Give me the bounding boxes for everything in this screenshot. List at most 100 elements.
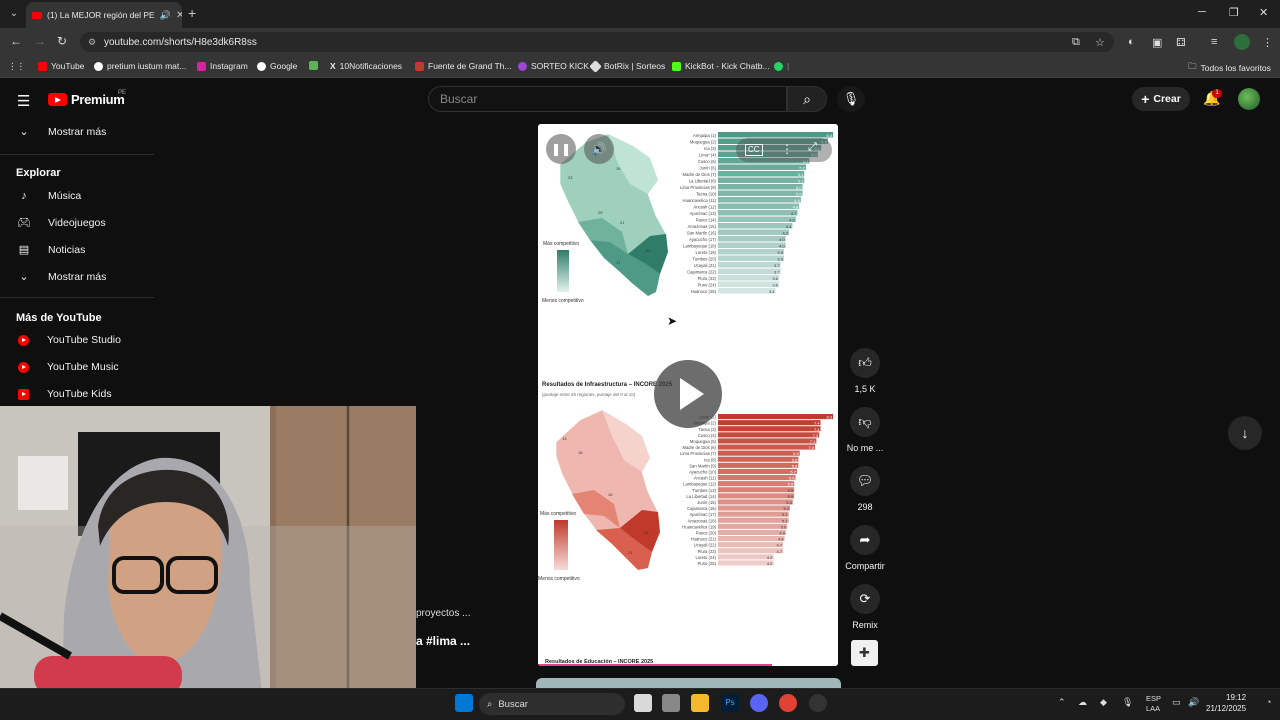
more-options-icon[interactable]: ⋮ bbox=[781, 142, 793, 156]
share-button[interactable]: ➦ Compartir bbox=[844, 525, 886, 571]
extensions-puzzle-icon[interactable]: ⚃ bbox=[1176, 36, 1186, 49]
youtube-premium-logo[interactable]: Premium bbox=[48, 92, 125, 107]
sidebar-show-more-2[interactable]: ⌄ Mostrar más bbox=[0, 270, 106, 284]
all-bookmarks-folder[interactable]: 🗀 Todos los favoritos bbox=[1188, 61, 1271, 75]
shorts-video-player[interactable]: 23 19 25 21 24 17 Más competitivo Menos compe… bbox=[538, 124, 838, 666]
hamburger-menu-icon[interactable]: ☰ bbox=[17, 92, 30, 110]
chart2-legend-top: Más competitivo bbox=[540, 511, 576, 517]
chart-bar-label: Cusco (5) bbox=[698, 159, 717, 164]
video-hashtag-partial[interactable]: a #lima ... bbox=[416, 634, 470, 648]
sidebar-item-youtube-studio[interactable]: YouTube Studio bbox=[0, 334, 121, 346]
chart-bar-value: 4.7 bbox=[777, 543, 783, 548]
notification-center-icon[interactable]: ◔ bbox=[1266, 697, 1271, 707]
apps-grid-icon[interactable]: ⋮⋮ bbox=[8, 61, 25, 72]
captions-icon[interactable]: CC bbox=[745, 144, 763, 156]
window-close-icon[interactable]: ✕ bbox=[1259, 6, 1268, 19]
bookmark-sorteo-kick[interactable]: SORTEO KICK bbox=[518, 61, 589, 71]
restore-icon[interactable]: ❐ bbox=[1229, 6, 1239, 19]
tray-app-icon[interactable]: ◆ bbox=[1100, 697, 1107, 708]
bookmark-youtube[interactable]: YouTube bbox=[38, 61, 84, 71]
pause-button[interactable]: ❚❚ bbox=[546, 134, 576, 164]
like-button[interactable]: 👍︎ 1,5 K bbox=[844, 348, 886, 394]
tab-search-icon[interactable]: ⌄ bbox=[6, 6, 22, 22]
extension-icon[interactable]: ◐ bbox=[1128, 36, 1135, 48]
new-tab-icon[interactable]: + bbox=[188, 6, 196, 20]
site-info-icon[interactable]: ⚙ bbox=[88, 37, 96, 48]
sound-thumbnail[interactable]: ✚ bbox=[851, 640, 878, 666]
bookmark-botrix[interactable]: BotRix | Sorteos bbox=[589, 59, 665, 73]
remix-button[interactable]: ⟳ Remix bbox=[844, 584, 886, 630]
chrome-icon[interactable] bbox=[779, 694, 797, 712]
network-icon[interactable]: ▭ bbox=[1172, 697, 1181, 708]
taskbar-clock[interactable]: 19:12 21/12/2025 bbox=[1206, 692, 1246, 714]
install-app-icon[interactable]: ⧉ bbox=[1072, 36, 1080, 49]
sidebar-item-youtube-music[interactable]: YouTube Music bbox=[0, 361, 119, 373]
sidebar-item-youtube-kids[interactable]: YouTube Kids bbox=[0, 388, 112, 400]
sidebar-item-videogames[interactable]: 🎮︎ Videojuegos bbox=[0, 216, 106, 230]
volume-button[interactable]: 🔊 bbox=[584, 134, 614, 164]
more-youtube-heading: Más de YouTube bbox=[16, 312, 102, 324]
extension-2-icon[interactable]: ▣ bbox=[1152, 36, 1162, 49]
chart-bar bbox=[718, 456, 799, 462]
user-avatar[interactable] bbox=[1238, 88, 1260, 110]
search-icon: ⌕ bbox=[487, 698, 493, 710]
microphone-icon[interactable]: 🎙 bbox=[1122, 697, 1133, 708]
app-2-icon[interactable] bbox=[809, 694, 827, 712]
youtube-music-icon bbox=[18, 361, 29, 373]
bookmark-star-icon[interactable]: ☆ bbox=[1095, 36, 1105, 49]
tab-close-icon[interactable]: ✕ bbox=[176, 10, 182, 21]
chart-bar bbox=[718, 523, 788, 529]
chart-bar-label: Lima* (4) bbox=[699, 153, 717, 158]
dislike-button[interactable]: 👎︎ No me ... bbox=[844, 407, 886, 453]
sidebar-item-music[interactable]: ♪ Música bbox=[0, 190, 81, 202]
create-button[interactable]: + Crear bbox=[1132, 87, 1190, 111]
google-icon bbox=[94, 61, 103, 71]
bookmark-whatsapp[interactable]: | bbox=[774, 61, 789, 71]
next-video-button[interactable]: ↓ bbox=[1228, 416, 1262, 450]
bookmark-kickbot[interactable]: KickBot - Kick Chatb... bbox=[672, 61, 770, 71]
voice-search-button[interactable]: 🎙 bbox=[837, 86, 865, 112]
profile-avatar[interactable] bbox=[1234, 34, 1250, 50]
task-view-icon[interactable] bbox=[634, 694, 652, 712]
tab-audio-icon[interactable]: 🔊 bbox=[160, 10, 171, 21]
bookmark-x-notifications[interactable]: X 10Notificaciones bbox=[330, 61, 402, 71]
comments-button[interactable]: 💬︎ 298 bbox=[844, 466, 886, 512]
media-control-icon[interactable]: ≡ bbox=[1211, 36, 1217, 48]
music-note-icon: ♪ bbox=[21, 190, 27, 202]
onedrive-icon[interactable]: ☁ bbox=[1078, 697, 1087, 708]
input-language[interactable]: ESP LAA bbox=[1146, 694, 1161, 714]
play-overlay-button[interactable] bbox=[654, 360, 722, 428]
file-explorer-icon[interactable] bbox=[691, 694, 709, 712]
taskbar-search[interactable]: ⌕ Buscar bbox=[479, 693, 625, 715]
app-icon[interactable] bbox=[662, 694, 680, 712]
search-input[interactable]: Buscar bbox=[428, 86, 787, 112]
chart-bar bbox=[718, 542, 784, 548]
discord-icon[interactable] bbox=[750, 694, 768, 712]
share-arrow-icon: ➦ bbox=[850, 525, 880, 555]
reload-icon[interactable]: ↻ bbox=[57, 34, 67, 48]
browser-tab[interactable]: (1) La MEJOR región del PE 🔊 ✕ bbox=[26, 2, 182, 28]
search-button[interactable]: ⌕ bbox=[787, 86, 827, 112]
bookmark-grand-theft[interactable]: Fuente de Grand Th... bbox=[415, 61, 511, 71]
photoshop-icon[interactable]: Ps bbox=[721, 694, 739, 712]
bookmark-instagram[interactable]: Instagram bbox=[197, 61, 248, 71]
webcam-overlay bbox=[0, 406, 416, 692]
fullscreen-icon[interactable]: ⤢ bbox=[808, 141, 817, 154]
windows-start-icon[interactable] bbox=[455, 694, 473, 712]
bookmark-colorful[interactable] bbox=[309, 61, 318, 70]
back-icon[interactable]: ← bbox=[10, 34, 22, 48]
chart-bar bbox=[718, 249, 784, 255]
bookmark-google[interactable]: Google bbox=[257, 61, 297, 71]
forward-icon[interactable]: → bbox=[34, 34, 46, 48]
bookmark-pretium[interactable]: pretium iustum mat... bbox=[94, 61, 186, 71]
browser-menu-icon[interactable]: ⋮ bbox=[1262, 36, 1273, 49]
chart-bar-label: Ica (8) bbox=[704, 457, 716, 462]
url-bar[interactable]: youtube.com/shorts/H8e3dk6R8ss bbox=[80, 32, 1114, 52]
chart-bar-value: 3.6 bbox=[772, 283, 778, 288]
sidebar-item-news[interactable]: ▤ Noticias bbox=[0, 243, 86, 257]
minimize-icon[interactable]: ─ bbox=[1198, 6, 1206, 18]
chart-bar-value: 4.7 bbox=[777, 549, 783, 554]
show-hidden-icons-icon[interactable]: ⌃ bbox=[1058, 697, 1066, 708]
sidebar-show-more[interactable]: ⌄ Mostrar más bbox=[0, 125, 106, 139]
volume-icon[interactable]: 🔊 bbox=[1188, 697, 1199, 708]
